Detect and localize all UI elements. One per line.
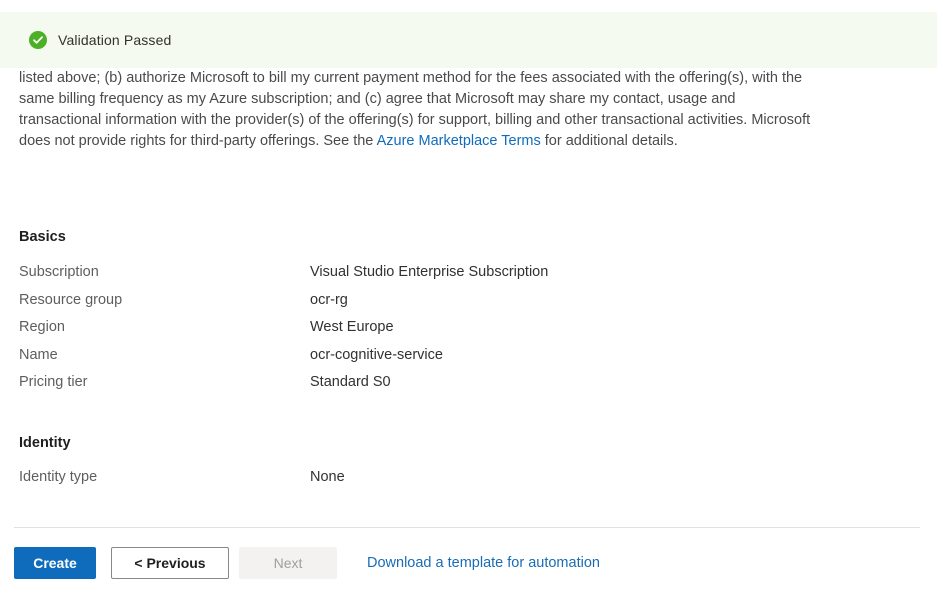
label-region: Region (19, 319, 65, 335)
identity-section-heading: Identity (19, 435, 71, 451)
previous-button[interactable]: < Previous (111, 547, 229, 579)
value-subscription: Visual Studio Enterprise Subscription (310, 264, 548, 280)
basics-section-heading: Basics (19, 229, 66, 245)
azure-marketplace-terms-link[interactable]: Azure Marketplace Terms (377, 133, 541, 149)
detail-row-region: Region West Europe (0, 319, 937, 347)
detail-row-pricing-tier: Pricing tier Standard S0 (0, 374, 937, 402)
download-template-link[interactable]: Download a template for automation (367, 555, 600, 571)
validation-message: Validation Passed (58, 32, 171, 48)
create-button[interactable]: Create (14, 547, 96, 579)
value-identity-type: None (310, 469, 345, 485)
validation-banner: Validation Passed (0, 12, 937, 68)
label-pricing-tier: Pricing tier (19, 374, 88, 390)
basics-detail-list: Subscription Visual Studio Enterprise Su… (0, 264, 937, 402)
label-name: Name (19, 347, 58, 363)
value-name: ocr-cognitive-service (310, 347, 443, 363)
detail-row-resource-group: Resource group ocr-rg (0, 292, 937, 320)
legal-text-after-link: for additional details. (541, 133, 678, 149)
label-subscription: Subscription (19, 264, 99, 280)
label-resource-group: Resource group (19, 292, 122, 308)
detail-row-identity-type: Identity type None (0, 469, 937, 497)
detail-row-subscription: Subscription Visual Studio Enterprise Su… (0, 264, 937, 292)
next-button: Next (239, 547, 337, 579)
detail-row-name: Name ocr-cognitive-service (0, 347, 937, 375)
label-identity-type: Identity type (19, 469, 97, 485)
marketplace-terms-paragraph: listed above; (b) authorize Microsoft to… (19, 68, 819, 152)
wizard-footer-bar: Create < Previous Next Download a templa… (0, 546, 937, 580)
value-resource-group: ocr-rg (310, 292, 348, 308)
identity-detail-list: Identity type None (0, 469, 937, 497)
value-pricing-tier: Standard S0 (310, 374, 391, 390)
value-region: West Europe (310, 319, 394, 335)
footer-divider (14, 527, 920, 528)
check-circle-icon (29, 31, 47, 49)
